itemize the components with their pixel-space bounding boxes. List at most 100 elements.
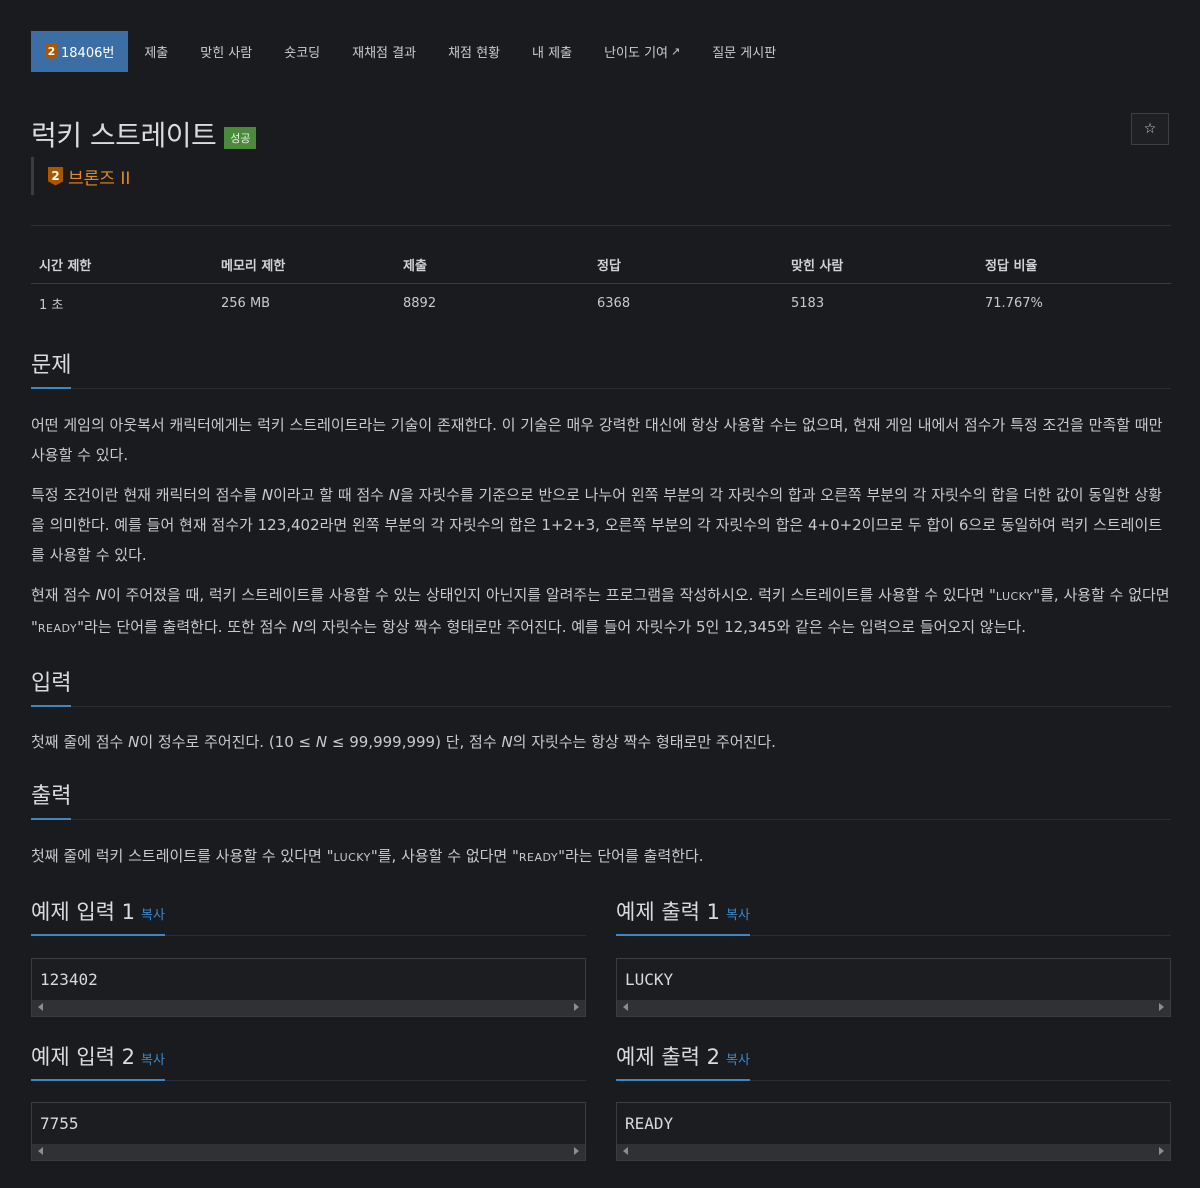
output-section-heading: 출력	[31, 778, 1171, 820]
sample-output-2-box[interactable]: READY	[616, 1102, 1171, 1161]
scroll-left-icon[interactable]	[38, 1003, 43, 1011]
var-n: N	[292, 618, 304, 636]
problem-info-table: 시간 제한 메모리 제한 제출 정답 맞힌 사람 정답 비율 1 초 256 M…	[31, 248, 1171, 323]
keyword-lucky: LUCKY	[995, 590, 1034, 603]
page: 2 18406번 제출 맞힌 사람 숏코딩 재채점 결과 채점 현황 내 제출 …	[0, 0, 1200, 1188]
text-span: 특정 조건이란 현재 캐릭터의 점수를	[31, 486, 262, 504]
header-submissions: 제출	[395, 248, 589, 284]
table-row: 1 초 256 MB 8892 6368 5183 71.767%	[31, 284, 1171, 324]
horizontal-scrollbar[interactable]	[32, 1000, 585, 1016]
sample-output-1-box[interactable]: LUCKY	[616, 958, 1171, 1017]
star-icon: ☆	[1143, 121, 1157, 137]
sample-title-text: 예제 출력 2	[616, 1045, 720, 1069]
header-accept-rate: 정답 비율	[977, 248, 1171, 284]
submissions-value: 8892	[403, 296, 437, 311]
problem-title-row: 럭키 스트레이트 성공	[31, 114, 257, 154]
accepted-value: 6368	[597, 296, 631, 311]
copy-button[interactable]: 복사	[141, 1053, 165, 1068]
text-span: 현재 점수	[31, 586, 96, 604]
horizontal-scrollbar[interactable]	[617, 1144, 1170, 1160]
sample-input-1-box[interactable]: 123402	[31, 958, 586, 1017]
tab-difficulty-label: 난이도 기여	[604, 46, 668, 61]
text-span: ≤ 99,999,999) 단, 점수	[327, 733, 502, 751]
tab-rejudge-results[interactable]: 재채점 결과	[336, 31, 432, 72]
tab-problem[interactable]: 2 18406번	[31, 31, 129, 72]
var-n: N	[261, 486, 274, 504]
solvers-value: 5183	[791, 296, 825, 311]
scroll-left-icon[interactable]	[623, 1147, 628, 1155]
text-span: 이 정수로 주어진다. (10 ≤	[139, 733, 316, 751]
problem-tier: 2 브론즈 II	[31, 157, 130, 195]
sample-output-2-value: READY	[625, 1114, 674, 1133]
text-span: 이 주어졌을 때, 럭키 스트레이트를 사용할 수 있는 상태인지 아닌지를 알…	[106, 586, 996, 604]
sample-output-1-value: LUCKY	[625, 970, 674, 989]
header-time-limit: 시간 제한	[31, 248, 213, 284]
scroll-left-icon[interactable]	[623, 1003, 628, 1011]
keyword-ready: READY	[518, 851, 559, 864]
var-n: N	[388, 486, 400, 504]
var-n: N	[95, 586, 107, 604]
sample-title: 예제 출력 1 복사	[616, 896, 750, 936]
text-span: 첫째 줄에 럭키 스트레이트를 사용할 수 있다면 "	[31, 847, 334, 865]
header-memory-limit: 메모리 제한	[213, 248, 395, 284]
divider	[31, 225, 1171, 226]
horizontal-scrollbar[interactable]	[617, 1000, 1170, 1016]
text-span: "라는 단어를 출력한다.	[558, 847, 704, 865]
scroll-right-icon[interactable]	[574, 1147, 579, 1155]
sample-input-2-heading: 예제 입력 2 복사	[31, 1041, 586, 1081]
sample-title-text: 예제 입력 1	[31, 900, 135, 924]
copy-button[interactable]: 복사	[141, 908, 165, 923]
accept-rate-value: 71.767%	[985, 296, 1043, 311]
tab-difficulty-contribution[interactable]: 난이도 기여 ↗	[588, 31, 696, 72]
text-span: "라는 단어를 출력한다. 또한 점수	[77, 618, 293, 636]
var-n: N	[315, 733, 328, 751]
sample-input-2-value: 7755	[40, 1114, 79, 1133]
scroll-right-icon[interactable]	[1159, 1003, 1164, 1011]
tab-question-board[interactable]: 질문 게시판	[696, 31, 792, 72]
favorite-star-button[interactable]: ☆	[1131, 113, 1169, 145]
scroll-right-icon[interactable]	[1159, 1147, 1164, 1155]
bronze-tier-icon: 2	[48, 166, 63, 186]
sample-output-1-heading: 예제 출력 1 복사	[616, 896, 1171, 936]
problem-tab-bar: 2 18406번 제출 맞힌 사람 숏코딩 재채점 결과 채점 현황 내 제출 …	[31, 31, 792, 72]
scroll-left-icon[interactable]	[38, 1147, 43, 1155]
sample-title-text: 예제 입력 2	[31, 1045, 135, 1069]
scroll-right-icon[interactable]	[574, 1003, 579, 1011]
tab-submit[interactable]: 제출	[128, 31, 184, 72]
keyword-lucky: LUCKY	[333, 851, 371, 864]
text-span: 이라고 할 때 점수	[273, 486, 389, 504]
bronze-tier-icon: 2	[45, 43, 58, 60]
status-badge: 성공	[224, 127, 257, 149]
copy-button[interactable]: 복사	[726, 908, 750, 923]
header-solvers: 맞힌 사람	[783, 248, 977, 284]
problem-section-heading: 문제	[31, 347, 1171, 389]
section-title: 입력	[31, 665, 72, 707]
tab-problem-label: 18406번	[61, 46, 115, 61]
tab-status[interactable]: 채점 현황	[432, 31, 516, 72]
sample-title: 예제 입력 2 복사	[31, 1041, 165, 1081]
horizontal-scrollbar[interactable]	[32, 1144, 585, 1160]
text-span: 첫째 줄에 점수	[31, 733, 129, 751]
header-accepted: 정답	[589, 248, 783, 284]
sample-title: 예제 입력 1 복사	[31, 896, 165, 936]
var-n: N	[128, 733, 140, 751]
sample-input-1-heading: 예제 입력 1 복사	[31, 896, 586, 936]
input-section-heading: 입력	[31, 665, 1171, 707]
sample-output-2-heading: 예제 출력 2 복사	[616, 1041, 1171, 1081]
memory-limit-value: 256 MB	[221, 296, 271, 311]
input-description: 첫째 줄에 점수 N이 정수로 주어진다. (10 ≤ N ≤ 99,999,9…	[31, 727, 1171, 757]
description-paragraph: 현재 점수 N이 주어졌을 때, 럭키 스트레이트를 사용할 수 있는 상태인지…	[31, 580, 1171, 644]
copy-button[interactable]: 복사	[726, 1053, 750, 1068]
tab-solved-users[interactable]: 맞힌 사람	[184, 31, 268, 72]
table-header-row: 시간 제한 메모리 제한 제출 정답 맞힌 사람 정답 비율	[31, 248, 1171, 284]
description-paragraph: 어떤 게임의 아웃복서 캐릭터에게는 럭키 스트레이트라는 기술이 존재한다. …	[31, 416, 1163, 464]
section-title: 출력	[31, 778, 72, 820]
var-n: N	[501, 733, 513, 751]
keyword-ready: READY	[37, 622, 78, 635]
tab-short-coding[interactable]: 숏코딩	[268, 31, 336, 72]
tab-my-submissions[interactable]: 내 제출	[516, 31, 588, 72]
output-description: 첫째 줄에 럭키 스트레이트를 사용할 수 있다면 "LUCKY"를, 사용할 …	[31, 841, 1171, 873]
tier-label[interactable]: 브론즈 II	[68, 164, 130, 189]
sample-input-2-box[interactable]: 7755	[31, 1102, 586, 1161]
text-span: 의 자릿수는 항상 짝수 형태로만 주어진다.	[512, 733, 776, 751]
